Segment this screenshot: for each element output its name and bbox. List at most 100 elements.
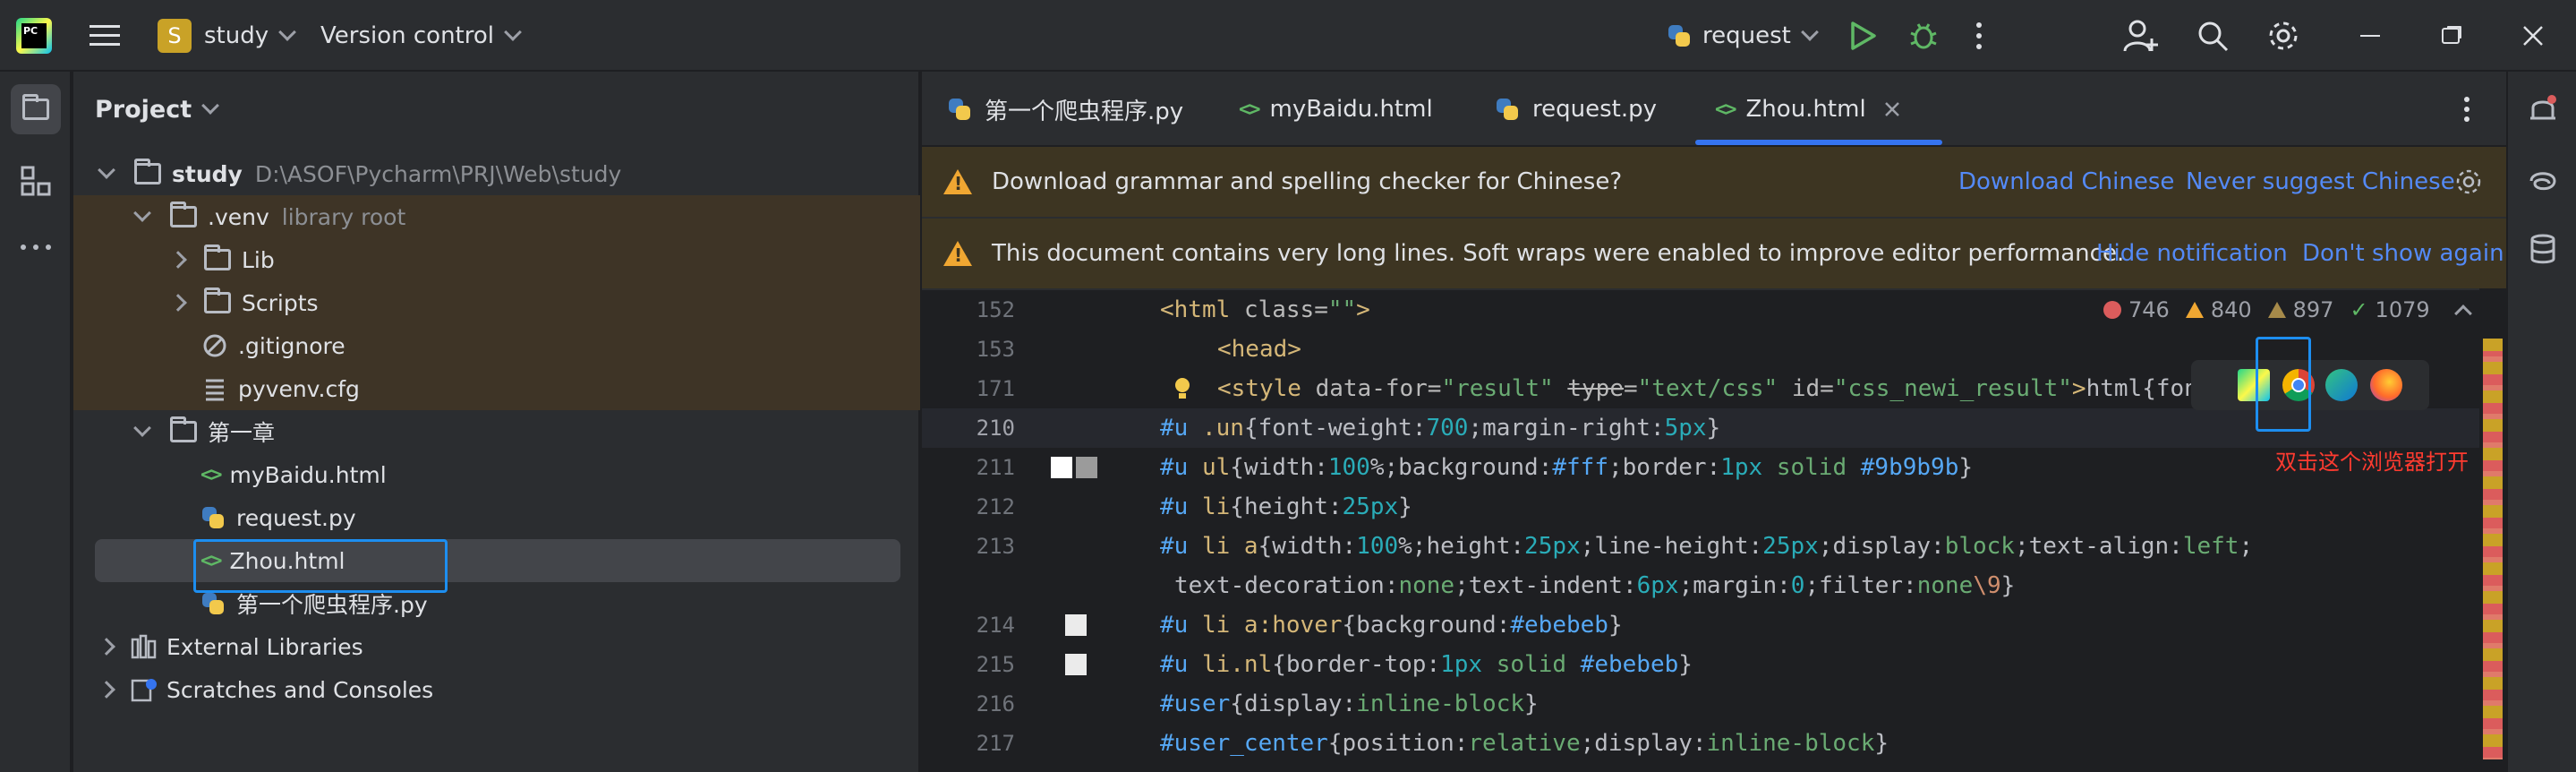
lightbulb-icon[interactable] [1173,375,1192,402]
line-number: 152 [976,297,1015,322]
color-swatch[interactable] [1065,614,1087,636]
run-config-selector[interactable]: request [1667,0,1819,72]
pycharm-logo-icon[interactable]: PC [16,0,52,72]
tab-mybaidu-html[interactable]: <> myBaidu.html [1239,72,1433,147]
color-swatch[interactable] [1065,654,1087,675]
error-stripe[interactable] [2479,288,2506,772]
tree-item-chapter1[interactable]: 第一章 [73,410,920,453]
tree-item-label: study [172,160,243,187]
tree-item-gitignore[interactable]: .gitignore [73,324,920,367]
restore-button[interactable] [2415,0,2486,72]
tab-options-icon[interactable] [2463,72,2470,147]
project-panel: Project study D:\ASOF\Pycharm\PRJ\Web\st… [73,72,920,772]
ai-assistant-button[interactable] [2518,156,2568,206]
ellipsis-icon [21,244,51,250]
warning-count: 840 [2210,297,2252,322]
tree-item-mybaidu-html[interactable]: <> myBaidu.html [73,453,920,496]
gear-icon[interactable] [2266,0,2300,72]
tab-first-spider-py[interactable]: 第一个爬虫程序.py [947,72,1183,147]
database-button[interactable] [2518,224,2568,274]
more-actions-icon[interactable] [1975,0,1983,72]
tree-item-label: request.py [236,504,356,531]
expand-arrow-icon[interactable] [133,419,151,437]
tab-zhou-html[interactable]: <> Zhou.html [1715,72,1900,147]
line-number: 216 [976,691,1015,716]
tree-item-scripts[interactable]: Scripts [73,281,920,324]
folder-icon [22,94,49,120]
dont-show-again-link[interactable]: Don't show again [2302,240,2504,267]
minimize-button[interactable] [2334,0,2406,72]
close-tab-icon[interactable] [1884,101,1900,117]
tab-request-py[interactable]: request.py [1495,72,1657,147]
color-swatch[interactable] [1051,457,1072,478]
left-tool-strip [0,72,72,772]
tree-item-label: .gitignore [238,332,345,359]
browser-highlight-box [2256,337,2311,432]
expand-arrow-icon[interactable] [98,161,115,179]
editor-area: 第一个爬虫程序.py <> myBaidu.html request.py <>… [922,72,2506,772]
tree-item-label: pyvenv.cfg [238,375,360,402]
grammar-notification: Download grammar and spelling checker fo… [922,147,2506,219]
expand-arrow-icon[interactable] [98,681,115,699]
project-tool-button[interactable] [11,84,61,134]
tab-label: 第一个爬虫程序.py [985,98,1184,125]
weak-warning-icon [2267,302,2286,318]
firefox-icon[interactable] [2370,369,2402,401]
html-file-icon: <> [1715,98,1736,121]
html-file-icon: <> [200,463,222,486]
bell-icon [2530,95,2556,120]
scroll-thumb[interactable] [2483,339,2503,351]
debug-button[interactable] [1908,0,1939,72]
project-switcher[interactable]: S study [158,0,297,72]
line-number: 210 [976,416,1015,441]
notifications-button[interactable] [2518,84,2568,134]
tree-item-venv[interactable]: .venv library root [73,195,920,238]
annotation-text: 双击这个浏览器打开 [2275,450,2469,475]
python-file-icon [200,505,226,530]
tree-item-external-libraries[interactable]: External Libraries [73,625,920,668]
main-menu-icon[interactable] [90,0,120,72]
color-swatch[interactable] [1076,457,1097,478]
tree-item-scratches[interactable]: Scratches and Consoles [73,668,920,711]
structure-tool-button[interactable] [11,156,61,206]
never-suggest-chinese-link[interactable]: Never suggest Chinese [2186,168,2455,195]
tree-item-lib[interactable]: Lib [73,238,920,281]
hide-notification-link[interactable]: Hide notification [2096,240,2288,267]
edge-icon[interactable] [2325,369,2358,401]
folder-icon [204,287,231,313]
tree-item-label: myBaidu.html [229,461,387,488]
chevron-up-icon[interactable] [2453,305,2472,322]
folder-icon [134,159,161,184]
line-number: 211 [976,455,1015,480]
tree-item-pyvenv-cfg[interactable]: pyvenv.cfg [73,367,920,410]
project-panel-title: Project [95,95,192,124]
active-tab-indicator [1695,140,1942,145]
vcs-menu[interactable]: Version control [320,0,522,72]
project-name: study [204,22,269,49]
inspection-widget[interactable]: 746 840 897 ✓ 1079 [2103,296,2506,324]
download-chinese-link[interactable]: Download Chinese [1958,168,2174,195]
expand-arrow-icon[interactable] [98,638,115,656]
structure-icon [21,166,51,196]
close-window-button[interactable] [2497,0,2569,72]
ignore-file-icon [203,334,226,357]
expand-arrow-icon[interactable] [133,204,151,222]
folder-icon [170,202,197,227]
folder-icon [170,416,197,442]
library-icon [131,634,157,659]
tree-item-study[interactable]: study D:\ASOF\Pycharm\PRJ\Web\study [73,152,920,195]
error-icon [2103,301,2121,319]
expand-arrow-icon[interactable] [169,251,187,269]
right-tool-strip [2506,72,2576,772]
code-line-wrapped: text-decoration:none;text-indent:6px;mar… [1174,572,2016,599]
tree-item-request-py[interactable]: request.py [73,496,920,539]
more-tools-button[interactable] [11,222,61,272]
expand-arrow-icon[interactable] [169,294,187,312]
bug-icon [1910,23,1937,49]
add-user-icon[interactable] [2123,0,2159,72]
gear-icon[interactable] [2454,167,2483,196]
weak-warning-count: 897 [2292,297,2334,322]
run-button[interactable] [1849,0,1876,72]
project-panel-header[interactable]: Project [73,72,920,147]
search-icon[interactable] [2196,0,2229,72]
